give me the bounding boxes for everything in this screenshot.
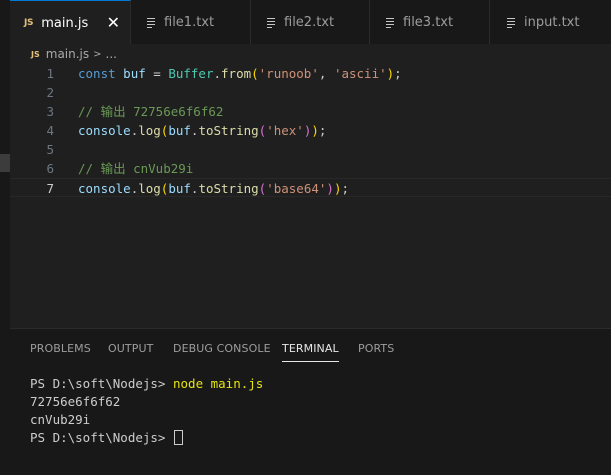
terminal-output: 72756e6f6f62 [30,394,121,409]
tab-output[interactable]: OUTPUT [108,342,153,355]
tab-label: main.js [41,15,89,31]
tab-input-txt[interactable]: input.txt [490,0,611,44]
token: ) [311,123,319,138]
line-number: 4 [46,123,54,138]
panel-resize-marker[interactable] [0,154,10,172]
tab-ports[interactable]: PORTS [358,342,394,355]
terminal-line: PS D:\soft\Nodejs> [30,429,263,447]
code-line[interactable]: 4 console.log(buf.toString('hex')); [10,121,611,140]
token: 'hex' [266,123,304,138]
text-file-icon [506,17,516,28]
tab-problems[interactable]: PROBLEMS [30,342,91,355]
token: ) [386,66,395,81]
tab-label: file3.txt [403,14,454,30]
token: from [221,66,252,81]
activity-bar [0,0,10,475]
token: 'ascii' [333,66,387,81]
terminal-output: cnVub29i [30,412,91,427]
terminal-prompt: PS D:\soft\Nodejs> [30,430,173,445]
terminal-command: node main.js [173,376,264,391]
token: ; [318,123,327,138]
editor-tab-bar: JS main.js ✕ file1.txt file2.txt file3.t… [10,0,611,45]
tab-file1-txt[interactable]: file1.txt [131,0,251,44]
token: console [78,123,131,138]
line-number: 1 [46,66,54,81]
code-line-current[interactable]: 7 console.log(buf.toString('base64')); [10,178,611,197]
text-file-icon [146,17,156,28]
javascript-file-icon: JS [24,18,34,28]
token: ; [341,181,349,196]
comment: // 输出 72756e6f6f62 [78,104,224,119]
token: const [78,66,116,81]
token: ) [326,181,334,196]
text-file-icon [266,17,276,28]
token: = [145,66,169,81]
terminal-prompt: PS D:\soft\Nodejs> [30,376,173,391]
breadcrumb-more[interactable]: ... [106,47,117,61]
line-number: 3 [46,104,54,119]
tab-main-js[interactable]: JS main.js ✕ [10,0,131,45]
text-file-icon [385,17,395,28]
token: buf [168,181,191,196]
chevron-right-icon: > [93,48,102,60]
code-line[interactable]: 3 // 输出 72756e6f6f62 [10,102,611,121]
panel-tab-bar: PROBLEMS OUTPUT DEBUG CONSOLE TERMINAL P… [10,329,611,367]
line-number: 6 [46,161,54,176]
token: toString [198,123,259,138]
line-number: 7 [46,181,54,196]
token: ( [251,66,259,81]
terminal-line: PS D:\soft\Nodejs> node main.js [30,375,263,393]
bottom-panel: PROBLEMS OUTPUT DEBUG CONSOLE TERMINAL P… [10,328,611,475]
tab-label: file2.txt [284,14,335,30]
token: console [78,181,131,196]
token: 'runoob' [258,66,319,81]
tab-file2-txt[interactable]: file2.txt [251,0,370,44]
token: buf [123,66,146,81]
breadcrumb: JS main.js > ... [10,44,611,64]
javascript-file-icon: JS [31,49,40,59]
line-number: 5 [46,142,54,157]
code-line[interactable]: 1 const buf = Buffer.from('runoob', 'asc… [10,64,611,83]
breadcrumb-file[interactable]: main.js [46,47,89,61]
token: , [318,66,334,81]
tab-file3-txt[interactable]: file3.txt [370,0,490,44]
tab-debug-console[interactable]: DEBUG CONSOLE [173,342,271,355]
terminal[interactable]: PS D:\soft\Nodejs> node main.js 72756e6f… [30,375,263,447]
token: buf [168,123,191,138]
token: toString [198,181,259,196]
code-line[interactable]: 2 [10,83,611,102]
token: 'base64' [266,181,327,196]
comment: // 输出 cnVub29i [78,161,194,176]
token: . [213,66,222,81]
token: log [138,123,161,138]
terminal-cursor[interactable] [174,430,183,445]
code-editor[interactable]: 1 const buf = Buffer.from('runoob', 'asc… [10,64,611,328]
code-line[interactable]: 6 // 输出 cnVub29i [10,159,611,178]
tab-label: input.txt [524,14,580,30]
close-icon[interactable]: ✕ [107,15,120,31]
token: Buffer [168,66,214,81]
line-number: 2 [46,85,54,100]
token: log [138,181,161,196]
code-line[interactable]: 5 [10,140,611,159]
tab-label: file1.txt [164,14,215,30]
tab-terminal[interactable]: TERMINAL [282,342,339,362]
